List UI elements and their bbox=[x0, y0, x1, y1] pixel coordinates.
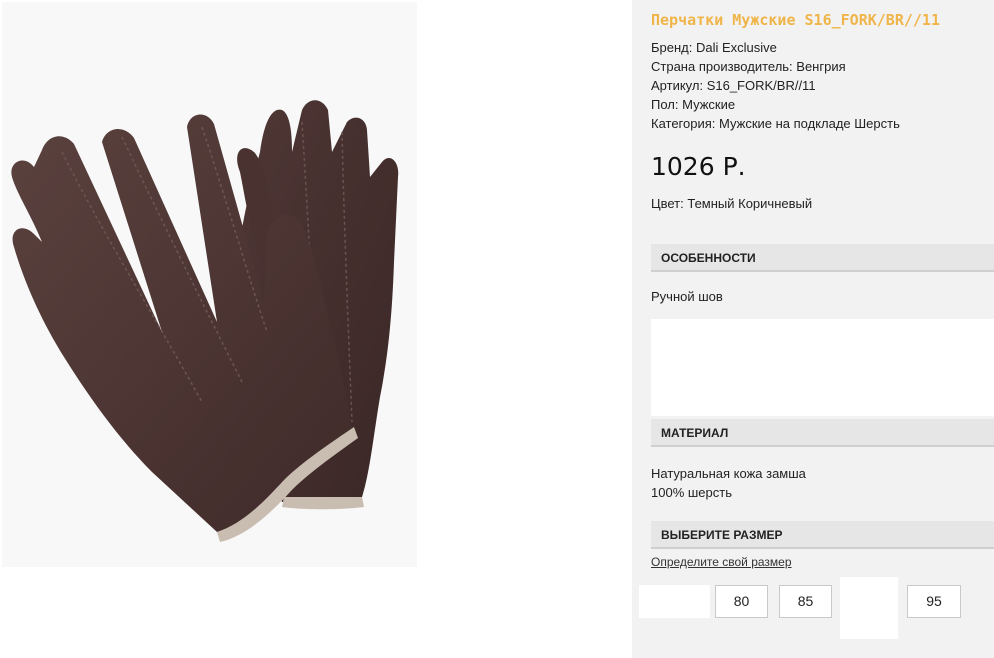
spec-brand: Бренд: Dali Exclusive bbox=[651, 40, 777, 55]
spec-article: Артикул: S16_FORK/BR//11 bbox=[651, 78, 816, 93]
material-line: 100% шерсть bbox=[651, 485, 732, 500]
features-panel bbox=[651, 319, 994, 416]
spec-country: Страна производитель: Венгрия bbox=[651, 59, 846, 74]
product-specs: Бренд: Dali Exclusive Страна производите… bbox=[651, 38, 900, 133]
size-option-blank[interactable] bbox=[840, 577, 898, 639]
glove-image bbox=[11, 100, 399, 542]
product-info-panel: Перчатки Мужские S16_FORK/BR//11 Бренд: … bbox=[632, 0, 994, 658]
size-option-95[interactable]: 95 bbox=[907, 585, 961, 618]
spec-category: Категория: Мужские на подкладе Шерсть bbox=[651, 116, 900, 131]
product-photo[interactable] bbox=[2, 2, 417, 567]
size-option-blank[interactable] bbox=[639, 585, 710, 618]
size-guide-link[interactable]: Определите свой размер bbox=[651, 555, 792, 569]
features-header: ОСОБЕННОСТИ bbox=[651, 244, 994, 272]
material-header: МАТЕРИАЛ bbox=[651, 419, 994, 447]
size-option-80[interactable]: 80 bbox=[715, 585, 768, 618]
spec-gender: Пол: Мужские bbox=[651, 97, 736, 112]
features-text: Ручной шов bbox=[651, 289, 723, 304]
product-price: 1026 Р. bbox=[651, 152, 746, 181]
product-color: Цвет: Темный Коричневый bbox=[651, 196, 813, 211]
material-text: Натуральная кожа замша 100% шерсть bbox=[651, 464, 806, 502]
size-header: ВЫБЕРИТЕ РАЗМЕР bbox=[651, 521, 994, 549]
product-title: Перчатки Мужские S16_FORK/BR//11 bbox=[651, 11, 940, 29]
size-option-85[interactable]: 85 bbox=[779, 585, 832, 618]
material-line: Натуральная кожа замша bbox=[651, 466, 806, 481]
product-gallery bbox=[0, 0, 632, 658]
